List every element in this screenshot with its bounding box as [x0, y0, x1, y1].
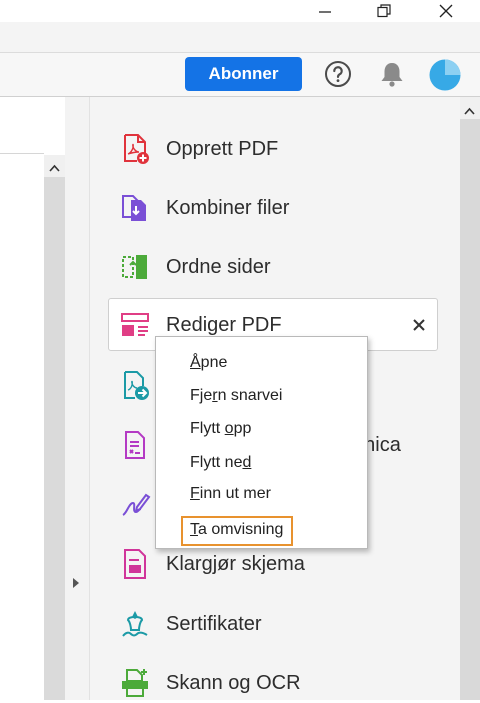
restore-icon[interactable] — [367, 0, 401, 22]
menu-item-learn-more[interactable]: Finn ut mer — [190, 485, 271, 503]
organize-pages-icon — [118, 250, 152, 284]
tool-label: Klargjør skjema — [166, 552, 305, 575]
pane-splitter[interactable] — [65, 97, 90, 700]
tool-scan-ocr[interactable]: Skann og OCR — [118, 663, 301, 703]
create-pdf-icon — [118, 132, 152, 166]
tool-label: Skann og OCR — [166, 671, 301, 694]
menu-item-open[interactable]: Åpne — [190, 354, 227, 372]
tool-certificates[interactable]: Sertifikater — [118, 604, 262, 644]
document-area — [0, 97, 44, 700]
menu-item-take-tour[interactable]: Ta omvisning — [190, 521, 283, 539]
certificates-icon — [118, 607, 152, 641]
tool-label: Opprett PDF — [166, 137, 279, 160]
document-scrollbar[interactable] — [44, 155, 65, 700]
avatar[interactable] — [428, 58, 462, 92]
tool-label: Ordne sider — [166, 255, 271, 278]
tool-label: Kombiner filer — [166, 196, 290, 219]
bell-icon[interactable] — [377, 59, 407, 89]
fill-sign-icon — [118, 488, 152, 522]
minimize-icon[interactable] — [308, 0, 342, 22]
title-bar — [0, 0, 480, 22]
help-icon[interactable] — [323, 59, 353, 89]
expand-pane-icon[interactable] — [72, 576, 80, 594]
tool-label: Sertifikater — [166, 612, 262, 635]
scroll-up-icon[interactable] — [49, 159, 60, 177]
tool-organize-pages[interactable]: Ordne sider — [118, 247, 271, 287]
menu-item-move-down[interactable]: Flytt ned — [190, 454, 251, 472]
scan-ocr-icon — [118, 666, 152, 700]
tools-scrollbar[interactable] — [460, 97, 480, 700]
tool-combine-files[interactable]: Kombiner filer — [118, 188, 289, 228]
close-window-icon[interactable] — [429, 0, 463, 22]
context-menu: Åpne Fjern snarvei Flytt opp Flytt ned F… — [155, 336, 368, 549]
subscribe-button[interactable]: Abonner — [185, 57, 302, 91]
sign-doc-icon — [118, 428, 152, 462]
tool-label: Rediger PDF — [166, 313, 282, 336]
prepare-form-icon — [118, 547, 152, 581]
export-pdf-icon — [118, 369, 152, 403]
menu-item-move-up[interactable]: Flytt opp — [190, 420, 251, 438]
remove-shortcut-icon[interactable] — [409, 315, 429, 335]
menu-item-remove-shortcut[interactable]: Fjern snarvei — [190, 387, 282, 405]
combine-files-icon — [118, 191, 152, 225]
scroll-up-icon[interactable] — [464, 102, 475, 120]
menu-bar — [0, 22, 480, 53]
tool-create-pdf[interactable]: Opprett PDF — [118, 129, 278, 169]
tool-prepare-form[interactable]: Klargjør skjema — [118, 544, 305, 584]
edit-pdf-icon — [118, 308, 152, 342]
